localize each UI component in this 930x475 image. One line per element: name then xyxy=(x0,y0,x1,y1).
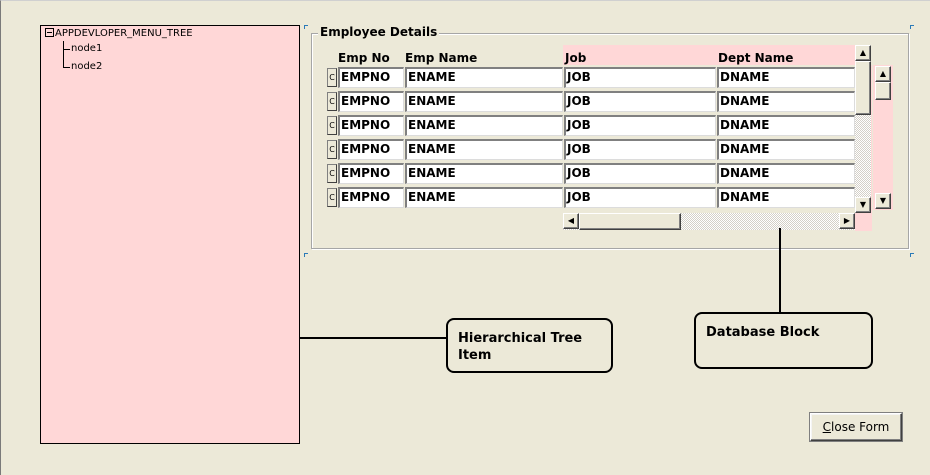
column-highlight xyxy=(563,45,855,65)
empno-field[interactable]: EMPNO xyxy=(338,115,404,136)
empno-field[interactable]: EMPNO xyxy=(338,139,404,160)
tree-root-label: APPDEVLOPER_MENU_TREE xyxy=(55,28,193,39)
employee-details-title: Employee Details xyxy=(318,25,440,39)
job-field[interactable]: JOB xyxy=(564,187,716,208)
job-field[interactable]: JOB xyxy=(564,67,716,88)
empno-field[interactable]: EMPNO xyxy=(338,91,404,112)
tree-node-2[interactable]: node2 xyxy=(63,61,102,72)
column-scroll-down-arrow-icon[interactable]: ▼ xyxy=(855,197,871,213)
callout-connector-tree xyxy=(300,337,446,339)
header-dept-name: Dept Name xyxy=(718,51,794,65)
record-selector[interactable]: C xyxy=(327,188,337,207)
ename-field[interactable]: ENAME xyxy=(405,163,563,184)
empno-field[interactable]: EMPNO xyxy=(338,163,404,184)
empno-field[interactable]: EMPNO xyxy=(338,187,404,208)
block-scroll-up-arrow-icon[interactable]: ▲ xyxy=(875,66,891,82)
frame-corner-mark xyxy=(304,25,308,29)
ename-field[interactable]: ENAME xyxy=(405,115,563,136)
job-field[interactable]: JOB xyxy=(564,163,716,184)
block-scroll-down-arrow-icon[interactable]: ▼ xyxy=(875,193,891,209)
callout-database-block: Database Block xyxy=(694,312,873,369)
ename-field[interactable]: ENAME xyxy=(405,67,563,88)
record-selector[interactable]: C xyxy=(327,140,337,159)
table-row[interactable]: C EMPNO ENAME JOB DNAME xyxy=(327,185,855,209)
collapse-icon[interactable] xyxy=(45,28,54,37)
close-form-label: lose Form xyxy=(831,420,890,434)
ename-field[interactable]: ENAME xyxy=(405,91,563,112)
table-row[interactable]: C EMPNO ENAME JOB DNAME xyxy=(327,113,855,137)
frame-corner-mark xyxy=(910,25,914,29)
tree-node-label: node1 xyxy=(71,43,103,54)
header-job: Job xyxy=(565,51,587,65)
mnemonic-letter: C xyxy=(822,420,832,434)
dname-field[interactable]: DNAME xyxy=(717,67,855,88)
ename-field[interactable]: ENAME xyxy=(405,139,563,160)
header-emp-name: Emp Name xyxy=(405,51,478,65)
dname-field[interactable]: DNAME xyxy=(717,163,855,184)
scroll-right-arrow-icon[interactable]: ▶ xyxy=(839,213,855,229)
record-selector[interactable]: C xyxy=(327,164,337,183)
dname-field[interactable]: DNAME xyxy=(717,115,855,136)
dname-field[interactable]: DNAME xyxy=(717,139,855,160)
column-scroll-up-arrow-icon[interactable]: ▲ xyxy=(855,45,871,61)
hierarchical-tree[interactable]: APPDEVLOPER_MENU_TREE node1 node2 xyxy=(40,25,300,444)
record-selector[interactable]: C xyxy=(327,92,337,111)
table-row[interactable]: C EMPNO ENAME JOB DNAME xyxy=(327,161,855,185)
scroll-left-arrow-icon[interactable]: ◀ xyxy=(563,213,579,229)
tree-node-1[interactable]: node1 xyxy=(63,43,102,54)
close-form-button[interactable]: Close Form xyxy=(809,412,903,442)
table-row[interactable]: C EMPNO ENAME JOB DNAME xyxy=(327,137,855,161)
empno-field[interactable]: EMPNO xyxy=(338,67,404,88)
ename-field[interactable]: ENAME xyxy=(405,187,563,208)
header-emp-no: Emp No xyxy=(338,51,390,65)
block-vertical-scrollbar-thumb[interactable] xyxy=(875,82,891,100)
callout-connector-block xyxy=(779,228,781,312)
column-vertical-scrollbar-thumb[interactable] xyxy=(855,61,871,115)
callout-label: Hierarchical Tree Item xyxy=(458,331,583,363)
frame-corner-mark xyxy=(304,253,308,257)
job-field[interactable]: JOB xyxy=(564,115,716,136)
dname-field[interactable]: DNAME xyxy=(717,187,855,208)
tree-root-item[interactable]: APPDEVLOPER_MENU_TREE xyxy=(45,28,193,39)
record-selector[interactable]: C xyxy=(327,116,337,135)
dname-field[interactable]: DNAME xyxy=(717,91,855,112)
table-row[interactable]: C EMPNO ENAME JOB DNAME xyxy=(327,65,855,89)
job-field[interactable]: JOB xyxy=(564,139,716,160)
column-horizontal-scrollbar-thumb[interactable] xyxy=(579,213,681,230)
job-field[interactable]: JOB xyxy=(564,91,716,112)
tree-node-label: node2 xyxy=(71,61,103,72)
callout-label: Database Block xyxy=(706,325,820,340)
callout-hierarchical-tree-item: Hierarchical Tree Item xyxy=(446,318,613,373)
record-selector[interactable]: C xyxy=(327,68,337,87)
frame-corner-mark xyxy=(910,253,914,257)
table-row[interactable]: C EMPNO ENAME JOB DNAME xyxy=(327,89,855,113)
